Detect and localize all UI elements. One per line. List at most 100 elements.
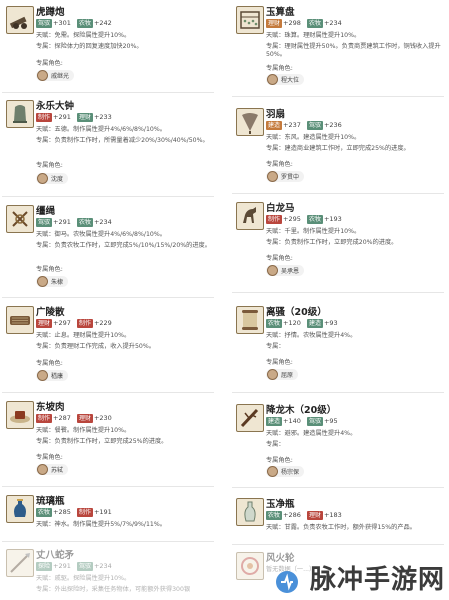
divider bbox=[2, 92, 214, 93]
treasure-stats: 驾驭 +291 农牧 +234 bbox=[36, 218, 116, 227]
talent-text: 天赋：戚驱。探险属性提升10%。 bbox=[36, 575, 131, 582]
stat-tag: 农牧 bbox=[36, 508, 53, 517]
special-role-label: 专属角色: bbox=[266, 255, 293, 262]
role-name: 吴承恩 bbox=[281, 268, 300, 275]
treasure-stats: 探险 +291 驾驭 +234 bbox=[36, 562, 116, 571]
stat-tag: 农牧 bbox=[76, 218, 93, 227]
treasure-name: 离骚（20级） bbox=[266, 307, 327, 318]
role-chip[interactable]: 屈原 bbox=[266, 369, 299, 380]
talent-text: 天赋：避邪。建造属性提升4%。 bbox=[266, 430, 357, 437]
stat-value: +234 bbox=[323, 19, 342, 27]
talent-text: 天赋：抒情。农牧属性提升4%。 bbox=[266, 332, 357, 339]
role-name: 罗贯中 bbox=[281, 174, 300, 181]
role-chip[interactable]: 吴承恩 bbox=[266, 265, 305, 276]
stat-value: +286 bbox=[283, 511, 301, 519]
stat-tag: 农牧 bbox=[76, 19, 93, 28]
talent-text: 天赋：神水。制作属性提升5%/7%/9%/11%。 bbox=[36, 521, 166, 528]
role-name: 杨宗保 bbox=[281, 469, 300, 476]
treasure-card[interactable]: 玉算盘 理财 +298 农牧 +234 天赋：珠算。理财属性提升10%。 专属：理财… bbox=[232, 2, 444, 88]
stat-tag: 农牧 bbox=[306, 19, 323, 28]
treasure-card[interactable]: 丈八蛇矛 探险 +291 驾驭 +234 天赋：戚驱。探险属性提升10%。 专属：外… bbox=[2, 545, 214, 600]
divider bbox=[232, 544, 444, 545]
stat-value: +301 bbox=[53, 19, 71, 27]
watermark: 脉冲手游网 bbox=[309, 565, 445, 595]
stat-value: +120 bbox=[283, 319, 301, 327]
role-chip[interactable]: 戚继光 bbox=[36, 70, 75, 81]
special-role-label: 专属角色: bbox=[36, 454, 63, 461]
role-chip[interactable]: 嵇康 bbox=[36, 370, 69, 381]
role-chip[interactable]: 沈度 bbox=[36, 173, 69, 184]
treasure-stats: 制作 +291 理财 +233 bbox=[36, 113, 116, 122]
effect-text: 专属：负责制作工作时，所需量着减少20%/30%/40%/50%。 bbox=[36, 137, 209, 144]
avatar bbox=[37, 276, 48, 287]
avatar bbox=[267, 171, 278, 182]
wind-fire-wheel-icon bbox=[236, 552, 264, 580]
divider bbox=[2, 392, 214, 393]
guqin-icon bbox=[6, 306, 34, 334]
treasure-card[interactable]: 白龙马 制作 +295 农牧 +193 天赋：千里。制作属性提升10%。 专属：负责… bbox=[232, 198, 444, 284]
stat-tag: 探险 bbox=[36, 562, 53, 571]
treasure-name: 羽扇 bbox=[266, 109, 286, 120]
role-chip[interactable]: 罗贯中 bbox=[266, 171, 305, 182]
effect-text: 专属：外出探险时，采集任务物体，可能额外获得300银 bbox=[36, 586, 191, 593]
treasure-card[interactable]: 离骚（20级） 农牧 +120 建造 +93 天赋：抒情。农牧属性提升4%。 专属：… bbox=[232, 302, 444, 388]
stat-value: +287 bbox=[53, 414, 71, 422]
treasure-card[interactable]: 广陵散 理财 +297 制作 +229 天赋：止息。理财属性提升10%。 专属：负责… bbox=[2, 302, 214, 388]
treasure-card[interactable]: 缰绳 驾驭 +291 农牧 +234 天赋：御马。农牧属性提升4%/6%/8%/10… bbox=[2, 201, 214, 293]
stat-tag: 理财 bbox=[36, 319, 53, 328]
role-chip[interactable]: 杨宗保 bbox=[266, 466, 305, 477]
treasure-name: 玉算盘 bbox=[266, 7, 295, 18]
treasure-card[interactable]: 羽扇 建造 +237 驾驭 +236 天赋：东风。建造属性提升10%。 专属：建造商… bbox=[232, 104, 444, 190]
bell-icon bbox=[6, 100, 34, 128]
wood-branch-icon bbox=[236, 404, 264, 432]
vase-icon bbox=[6, 495, 34, 523]
stat-value: +237 bbox=[283, 121, 301, 129]
role-name: 屈原 bbox=[281, 372, 294, 379]
avatar bbox=[267, 466, 278, 477]
effect-text: 专属：负责理财工作完成，收入提升50%。 bbox=[36, 343, 155, 350]
pork-dish-icon bbox=[6, 401, 34, 429]
role-name: 朱棣 bbox=[51, 279, 64, 286]
stat-value: +193 bbox=[323, 215, 342, 223]
stat-value: +93 bbox=[323, 319, 338, 327]
feather-fan-icon bbox=[236, 108, 264, 136]
talent-text: 天赋：御马。农牧属性提升4%/6%/8%/10%。 bbox=[36, 231, 166, 238]
treasure-stats: 制作 +295 农牧 +193 bbox=[266, 215, 346, 224]
stat-tag: 农牧 bbox=[266, 319, 283, 328]
role-name: 嵇康 bbox=[51, 373, 64, 380]
stat-value: +285 bbox=[53, 508, 71, 516]
role-chip[interactable]: 朱棣 bbox=[36, 276, 69, 287]
treasure-card[interactable]: 降龙木（20级） 建造 +140 驾驭 +95 天赋：避邪。建造属性提升4%。 专属… bbox=[232, 400, 444, 486]
talent-text: 天赋：珠算。理财属性提升10%。 bbox=[266, 32, 361, 39]
stat-tag: 驾驭 bbox=[306, 417, 323, 426]
talent-text: 天赋：东风。建造属性提升10%。 bbox=[266, 134, 361, 141]
divider bbox=[2, 541, 214, 542]
effect-text: 专属：理财属性提升50%。负责商贾建筑工作时，铜钱收入提升50%。 bbox=[266, 43, 441, 58]
stat-value: +242 bbox=[93, 19, 112, 27]
role-name: 苏轼 bbox=[51, 467, 64, 474]
treasure-card[interactable]: 玉净瓶 农牧 +286 理财 +183 天赋：甘露。负责农牧工作时，额外获得15%的… bbox=[232, 494, 444, 542]
treasure-card[interactable]: 虎蹲炮 驾驭 +301 农牧 +242 天赋：免需。探险属性提升10%。 专属：探险… bbox=[2, 2, 214, 88]
stat-value: +298 bbox=[283, 19, 301, 27]
treasure-stats: 理财 +298 农牧 +234 bbox=[266, 19, 346, 28]
stat-tag: 建造 bbox=[266, 121, 283, 130]
scroll-icon bbox=[236, 306, 264, 334]
divider bbox=[232, 392, 444, 393]
role-chip[interactable]: 苏轼 bbox=[36, 464, 69, 475]
treasure-stats: 农牧 +120 建造 +93 bbox=[266, 319, 342, 328]
treasure-stats: 建造 +237 驾驭 +236 bbox=[266, 121, 346, 130]
special-role-label: 专属角色: bbox=[36, 162, 63, 169]
role-name: 沈度 bbox=[51, 176, 64, 183]
stat-tag: 驾驭 bbox=[36, 19, 53, 28]
treasure-card[interactable]: 东坡肉 制作 +287 理财 +230 天赋：餐餮。制作属性提升10%。 专属：负责… bbox=[2, 397, 214, 483]
treasure-name: 丈八蛇矛 bbox=[36, 550, 75, 561]
treasure-card[interactable]: 琉璃瓶 农牧 +285 制作 +191 天赋：神水。制作属性提升5%/7%/9%/1… bbox=[2, 491, 214, 539]
role-chip[interactable]: 程大位 bbox=[266, 74, 305, 85]
stat-value: +95 bbox=[323, 417, 338, 425]
treasure-card[interactable]: 永乐大钟 制作 +291 理财 +233 天赋：五德。制作属性提升4%/6%/8%/… bbox=[2, 96, 214, 192]
treasure-name: 虎蹲炮 bbox=[36, 7, 65, 18]
stat-value: +229 bbox=[93, 319, 112, 327]
treasure-name: 风火轮 bbox=[266, 553, 295, 564]
treasure-name: 广陵散 bbox=[36, 307, 65, 318]
divider bbox=[232, 292, 444, 293]
